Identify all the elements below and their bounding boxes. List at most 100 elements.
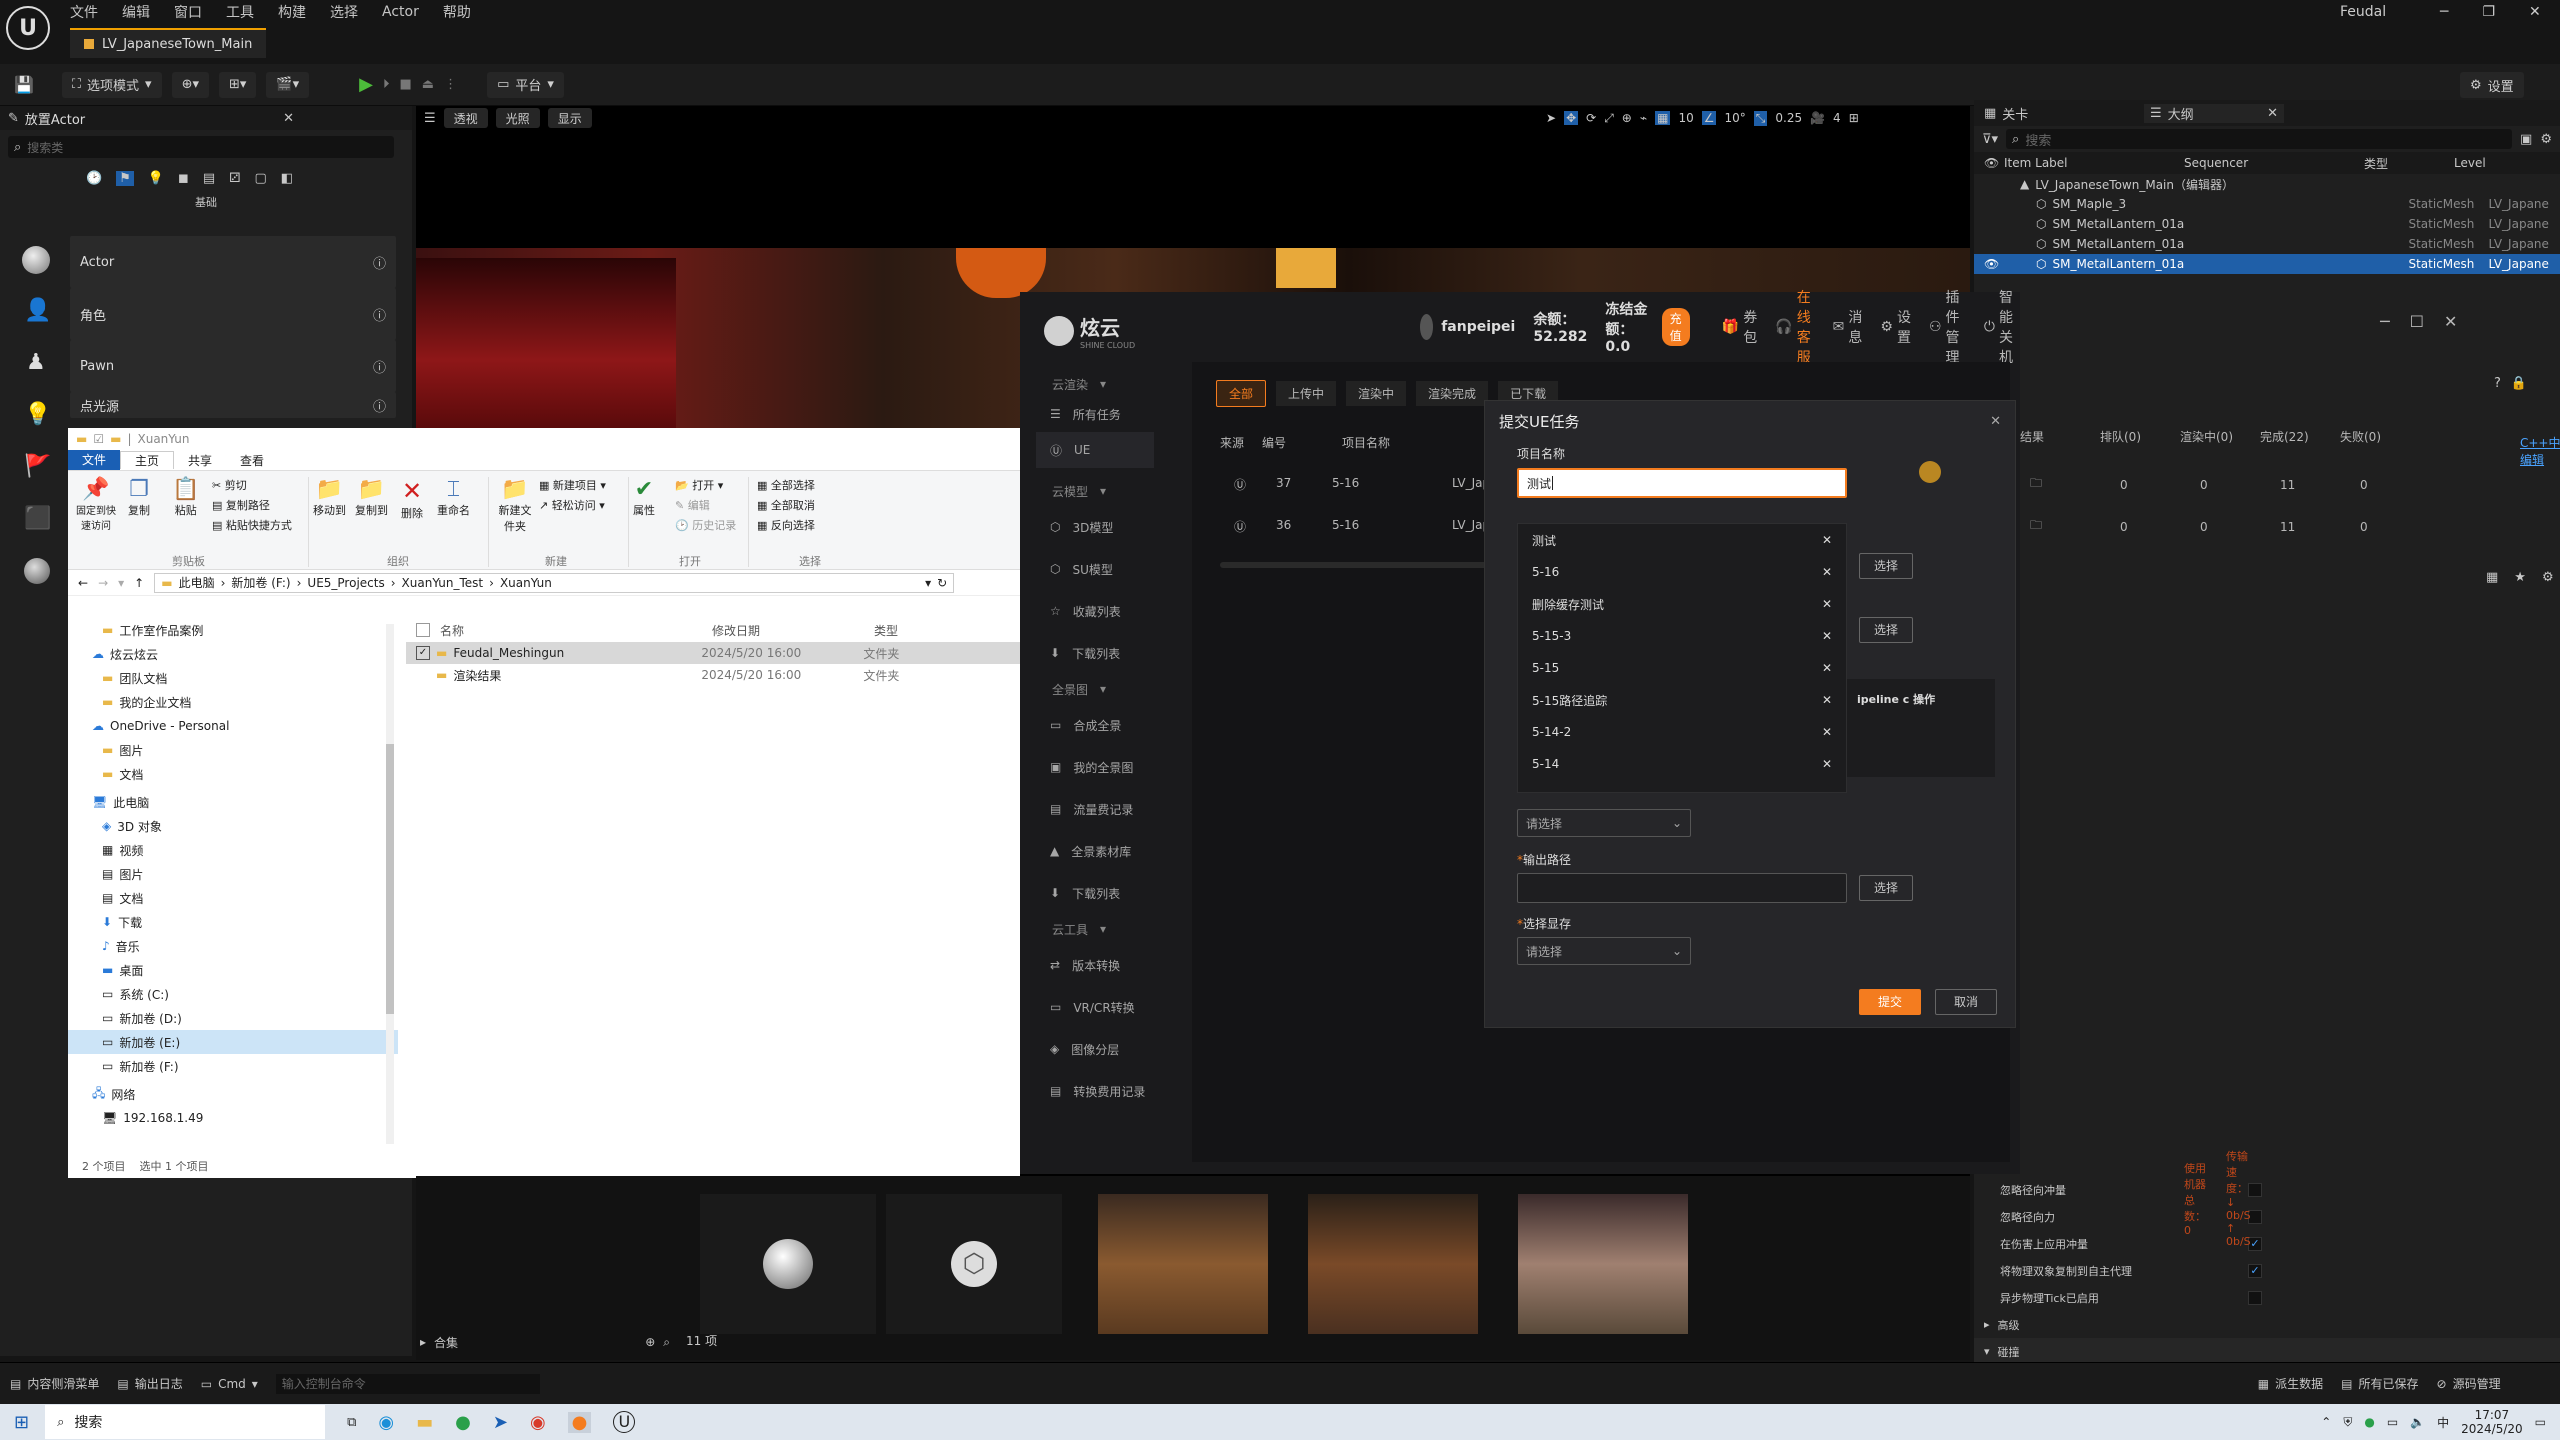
blueprint-button[interactable]: ⊞▾ (219, 71, 257, 98)
minimize-icon[interactable]: ─ (2440, 4, 2448, 20)
play-icon[interactable]: ▶ (359, 74, 373, 95)
file-row[interactable]: ▬ 渲染结果 2024/5/20 16:00 文件夹 (406, 664, 1020, 686)
translate-icon[interactable]: ✥ (1564, 111, 1579, 125)
search-icon[interactable]: ⌕ (663, 1335, 670, 1350)
tree-item[interactable]: ▭ 新加卷 (F:) (68, 1054, 398, 1078)
select-icon[interactable]: ➤ (1546, 111, 1556, 125)
sidebar-item[interactable]: ▤ 流量费记录 (1020, 788, 1170, 830)
col-type[interactable]: 类型 (874, 622, 898, 639)
shield-icon[interactable]: ⛨ (2343, 1415, 2352, 1430)
console-input[interactable]: 输入控制台命令 (275, 1373, 540, 1394)
tab-rendering[interactable]: 渲染中 (1346, 381, 1407, 406)
ime-indicator[interactable]: 中 (2437, 1414, 2449, 1431)
maximize-icon[interactable]: ❐ (2482, 4, 2495, 20)
tree-item-selected[interactable]: ▭ 新加卷 (E:) (68, 1030, 398, 1054)
breadcrumb-item[interactable]: XuanYun (500, 576, 552, 590)
cmd-button[interactable]: ▭ Cmd ▾ (201, 1377, 258, 1391)
select-button[interactable]: 选择 (1859, 617, 1913, 643)
history-item[interactable]: 5-16 ✕ (1518, 556, 1846, 588)
invert-selection-button[interactable]: ▦ 反向选择 (757, 517, 815, 533)
gpu-dropdown[interactable]: 请选择 ⌄ (1517, 937, 1691, 965)
camera-speed-value[interactable]: 4 (1833, 111, 1841, 125)
help-icon[interactable]: ⓘ (373, 357, 386, 376)
sidebar-item[interactable]: ▭ 合成全景 (1020, 704, 1170, 746)
col-failed[interactable]: 失败(0) (2340, 428, 2420, 445)
asset-thumbnail[interactable] (700, 1194, 876, 1334)
surface-snap-icon[interactable]: ⌁ (1640, 111, 1647, 125)
sidebar-item[interactable]: ⬡ 3D模型 (1020, 506, 1170, 548)
menu-build[interactable]: 构建 (266, 2, 318, 22)
remove-icon[interactable]: ✕ (1822, 725, 1832, 739)
smart-shutdown-button[interactable]: ⏻ 智能关机 (1984, 287, 2020, 367)
sidebar-item-all-tasks[interactable]: ☰ 所有任务 (1020, 396, 1170, 432)
menu-select[interactable]: 选择 (318, 2, 370, 22)
menu-tools[interactable]: 工具 (214, 2, 266, 22)
place-actor-search[interactable]: ⌕ 搜索类 (8, 136, 394, 158)
content-drawer-button[interactable]: ▤ 内容侧滑菜单 (10, 1375, 99, 1392)
sidebar-group[interactable]: 云模型 ▾ (1020, 476, 1170, 506)
tree-row[interactable]: ⬡ SM_MetalLantern_01a StaticMesh LV_Japane (1974, 234, 2560, 254)
history-item[interactable]: 5-15路径追踪 ✕ (1518, 684, 1846, 716)
open-button[interactable]: 📂 打开 ▾ (675, 477, 723, 493)
close-icon[interactable]: ✕ (1990, 414, 2001, 429)
tree-item[interactable]: ▤ 图片 (68, 862, 398, 886)
more-options-icon[interactable]: ⋮ (444, 77, 457, 92)
add-icon[interactable]: ⊕ (645, 1335, 655, 1349)
step-icon[interactable]: ⏵ (383, 77, 390, 92)
world-icon[interactable]: ⊕ (1622, 111, 1632, 125)
notification-icon[interactable]: ▭ (2535, 1415, 2546, 1429)
xuanyun-app-icon[interactable]: ● (567, 1411, 592, 1433)
close-icon[interactable]: ✕ (2444, 312, 2457, 331)
task-view-icon[interactable]: ⧉ (347, 1415, 356, 1430)
scroll-thumb[interactable] (386, 744, 394, 1014)
settings-button[interactable]: ⚙ 设置 (1880, 307, 1911, 347)
scale-snap-value[interactable]: 0.25 (1775, 111, 1802, 125)
message-button[interactable]: ✉ 消息 (1833, 307, 1863, 347)
tree-item[interactable]: ⬇ 下载 (68, 910, 398, 934)
asset-thumbnail-scene[interactable] (1308, 1194, 1478, 1334)
rotate-icon[interactable]: ⟳ (1586, 111, 1596, 125)
light-icon[interactable]: 💡 (148, 171, 164, 186)
sidebar-item[interactable]: ☆ 收藏列表 (1020, 590, 1170, 632)
sidebar-group[interactable]: 云渲染 ▾ (1020, 372, 1170, 396)
cancel-button[interactable]: 取消 (1935, 989, 1997, 1015)
col-project[interactable]: 项目名称 (1342, 434, 1390, 451)
history-item[interactable]: 测试 ✕ (1518, 524, 1846, 556)
copy-to-button[interactable]: 📁 复制到 (355, 477, 388, 518)
help-icon[interactable]: ⓘ (373, 253, 386, 272)
plugin-manager-button[interactable]: ⚇ 插件管理 (1929, 287, 1966, 367)
address-bar[interactable]: ▬ 此电脑 › 新加卷 (F:) › UE5_Projects › XuanYun_T… (154, 572, 955, 593)
asset-thumbnail-scene[interactable] (1518, 1194, 1688, 1334)
tree-item[interactable]: ▬ 团队文档 (68, 666, 398, 690)
volume-icon[interactable]: 🔈 (2410, 1415, 2425, 1429)
add-folder-icon[interactable]: ▣ (2520, 132, 2532, 147)
tree-item[interactable]: ☁ OneDrive - Personal (68, 714, 398, 738)
select-all-button[interactable]: ▦ 全部选择 (757, 477, 815, 493)
menu-edit[interactable]: 编辑 (110, 2, 162, 22)
outliner-search[interactable]: ⌕ 搜索 (2006, 129, 2513, 149)
up-icon[interactable]: ↑ (134, 576, 144, 590)
result-folder-icon[interactable]: 🗀 (2020, 516, 2100, 537)
recent-icon[interactable]: ▾ (118, 576, 124, 590)
col-id[interactable]: 编号 (1262, 434, 1286, 451)
advanced-section[interactable]: ▸ 高级 (1974, 1311, 2560, 1338)
help-icon[interactable]: ⓘ (373, 305, 386, 324)
menu-actor[interactable]: Actor (370, 4, 431, 20)
col-finished[interactable]: 完成(22) (2260, 428, 2340, 445)
all-classes-icon[interactable]: ◧ (281, 171, 293, 186)
easy-access-button[interactable]: ↗ 轻松访问 ▾ (539, 497, 605, 513)
col-rendering[interactable]: 渲染中(0) (2180, 428, 2260, 445)
perspective-button[interactable]: 透视 (443, 108, 488, 128)
tree-item[interactable]: ▬ 文档 (68, 762, 398, 786)
history-item[interactable]: 删除缓存测试 ✕ (1518, 588, 1846, 620)
tab-share[interactable]: 共享 (174, 452, 226, 469)
tab-home[interactable]: 主页 (120, 451, 175, 469)
basic-icon[interactable]: ⚑ (116, 170, 134, 186)
cinematic-icon[interactable]: ▤ (203, 171, 215, 186)
history-button[interactable]: 🕑 历史记录 (675, 517, 736, 533)
breadcrumb-item[interactable]: 新加卷 (F:) (231, 574, 290, 591)
eye-icon[interactable]: 👁 (1984, 257, 2030, 271)
file-row-selected[interactable]: ✓ ▬ Feudal_Meshingun 2024/5/20 16:00 文件夹 (406, 642, 1020, 664)
remove-icon[interactable]: ✕ (1822, 533, 1832, 547)
filter-icon[interactable]: ⊽▾ (1982, 132, 1998, 147)
